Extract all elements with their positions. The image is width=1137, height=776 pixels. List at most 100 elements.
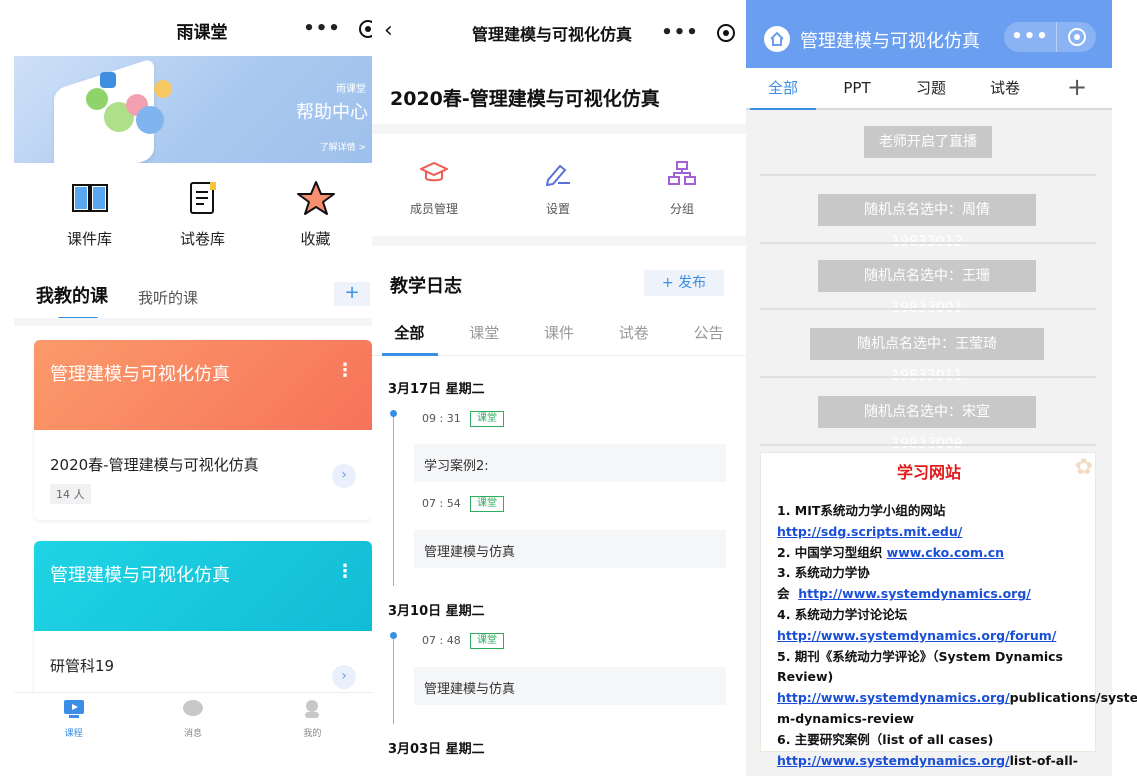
- tab-papers[interactable]: 试卷: [968, 68, 1042, 108]
- site-item: 4. 系统动力学讨论论坛: [777, 606, 908, 622]
- page-title: 管理建模与可视化仿真: [472, 25, 633, 44]
- site-link[interactable]: http://www.systemdynamics.org/publicatio…: [777, 688, 1137, 709]
- log-tag: 课堂: [470, 411, 504, 427]
- log-date: 3月17日 星期二: [388, 382, 485, 397]
- bottom-tab-bar: 课程 消息 我的: [14, 692, 372, 776]
- course-name: 管理建模与可视化仿真: [50, 364, 230, 385]
- tab-paper[interactable]: 试卷: [596, 322, 671, 355]
- back-arrow-icon[interactable]: ‹: [384, 18, 393, 43]
- timeline-dot: [390, 632, 397, 639]
- notice-bubble: 随机点名选中：王莹琦19833011: [810, 328, 1044, 384]
- grid-label: 收藏: [300, 230, 331, 248]
- star-icon: [259, 178, 372, 218]
- decoration-icon: ✿: [1074, 455, 1093, 480]
- learning-sites-image: 学习网站 ✿ 1. MIT系统动力学小组的网站 http://sdg.scrip…: [760, 452, 1137, 776]
- tab-all[interactable]: 全部: [746, 68, 820, 110]
- publish-button[interactable]: + 发布: [644, 270, 724, 296]
- kebab-menu-icon[interactable]: ⋮: [336, 360, 354, 381]
- timeline-line: [393, 634, 394, 724]
- banner-sub: 雨课堂: [336, 84, 366, 95]
- add-course-button[interactable]: +: [334, 282, 370, 306]
- groups-button[interactable]: 分组: [620, 160, 744, 217]
- tab-profile[interactable]: 我的: [253, 693, 372, 776]
- tab-exercises[interactable]: 习题: [894, 68, 968, 108]
- close-target-icon[interactable]: [1056, 22, 1096, 52]
- user-icon: [305, 700, 320, 718]
- bubble-illustration: [86, 88, 108, 110]
- course-card-header: 管理建模与可视化仿真 ⋮: [34, 541, 372, 631]
- grid-item-papers[interactable]: 试卷库: [146, 178, 259, 249]
- capsule-menu: •••: [654, 18, 746, 48]
- kebab-menu-icon[interactable]: ⋮: [336, 561, 354, 582]
- chat-icon: [100, 72, 116, 88]
- notice-bubble: 老师开启了直播: [864, 126, 992, 158]
- more-dots-icon[interactable]: •••: [296, 14, 348, 44]
- quick-grid: 课件库 试卷库 收藏: [14, 178, 372, 249]
- log-entry[interactable]: 学习案例2:: [414, 444, 726, 482]
- site-link[interactable]: http://www.systemdynamics.org/list-of-al…: [777, 751, 1089, 776]
- tab-label: 课程: [64, 729, 83, 739]
- log-entry[interactable]: 管理建模与仿真: [414, 530, 726, 568]
- help-center-banner[interactable]: 雨课堂 帮助中心 了解详情 >: [14, 56, 372, 163]
- more-dots-icon[interactable]: •••: [1004, 22, 1056, 52]
- banner-more-link[interactable]: 了解详情 >: [320, 140, 366, 153]
- group-icon: [668, 161, 696, 185]
- more-dots-icon[interactable]: •••: [654, 18, 706, 48]
- menu-label: 设置: [545, 202, 570, 216]
- tab-courseware[interactable]: 课件: [522, 322, 597, 355]
- message-icon: [182, 700, 203, 716]
- tab-label: 我的: [303, 729, 322, 739]
- tab-notice[interactable]: 公告: [671, 322, 746, 355]
- add-icon[interactable]: +: [1042, 68, 1112, 108]
- log-date: 3月03日 星期二: [388, 742, 485, 757]
- site-link[interactable]: www.cko.com.cn: [887, 545, 1004, 560]
- tab-class[interactable]: 课堂: [447, 322, 522, 355]
- course-card[interactable]: 管理建模与可视化仿真 ⋮ 2020春-管理建模与可视化仿真 14 人 ›: [34, 340, 372, 520]
- title-bar: 雨课堂 •••: [0, 0, 372, 56]
- site-item: m-dynamics-review: [777, 710, 915, 726]
- grid-item-courseware[interactable]: 课件库: [33, 178, 146, 249]
- tab-label: 消息: [183, 729, 202, 739]
- site-item: 2. 中国学习型组织 www.cko.com.cn: [777, 544, 1005, 560]
- book-icon: [33, 178, 146, 218]
- course-title: 2020春-管理建模与可视化仿真: [390, 88, 660, 110]
- course-icon: [63, 700, 84, 718]
- home-icon[interactable]: [764, 26, 790, 52]
- chevron-right-icon[interactable]: ›: [332, 665, 356, 689]
- tab-teaching[interactable]: 我教的课: [36, 282, 108, 320]
- class-name: 研管科19: [50, 657, 115, 675]
- site-link[interactable]: http://sdg.scripts.mit.edu/: [777, 522, 1089, 543]
- tab-all[interactable]: 全部: [372, 322, 447, 356]
- settings-button[interactable]: 设置: [496, 160, 620, 217]
- chevron-right-icon[interactable]: ›: [332, 464, 356, 488]
- close-target-icon[interactable]: [706, 18, 746, 48]
- bubble-illustration: [154, 80, 172, 98]
- paper-icon: [146, 178, 259, 218]
- feed-tabs: 全部 PPT 习题 试卷 +: [746, 68, 1112, 110]
- tab-attending[interactable]: 我听的课: [138, 287, 198, 308]
- course-name: 管理建模与可视化仿真: [50, 565, 230, 586]
- members-button[interactable]: 成员管理: [372, 160, 496, 217]
- notice-bubble: 随机点名选中：宋宣19833009: [818, 396, 1036, 452]
- divider: [14, 318, 372, 326]
- grid-label: 课件库: [66, 230, 112, 248]
- log-tag: 课堂: [470, 496, 504, 512]
- tab-ppt[interactable]: PPT: [820, 68, 894, 108]
- log-time: 07 : 48: [422, 634, 461, 647]
- log-entry[interactable]: 管理建模与仿真: [414, 667, 726, 705]
- pencil-icon: [545, 164, 570, 187]
- capsule-menu: •••: [296, 14, 372, 44]
- site-link[interactable]: http://www.systemdynamics.org/forum/: [777, 626, 1089, 647]
- student-count: 14 人: [50, 484, 91, 504]
- close-target-icon[interactable]: [348, 14, 372, 44]
- timeline-line: [393, 412, 394, 586]
- tab-courses[interactable]: 课程: [14, 693, 133, 776]
- course-tabs: 我教的课 我听的课: [36, 282, 198, 320]
- site-link[interactable]: http://www.systemdynamics.org/: [798, 586, 1031, 601]
- menu-label: 分组: [669, 202, 694, 216]
- grid-item-favorites[interactable]: 收藏: [259, 178, 372, 249]
- log-tabs: 全部 课堂 课件 试卷 公告: [372, 322, 746, 356]
- menu-label: 成员管理: [409, 202, 458, 216]
- tab-messages[interactable]: 消息: [133, 693, 252, 776]
- panel-course-feed: 管理建模与可视化仿真 ••• 全部 PPT 习题 试卷 + 老师开启了直播 随机…: [746, 0, 1137, 776]
